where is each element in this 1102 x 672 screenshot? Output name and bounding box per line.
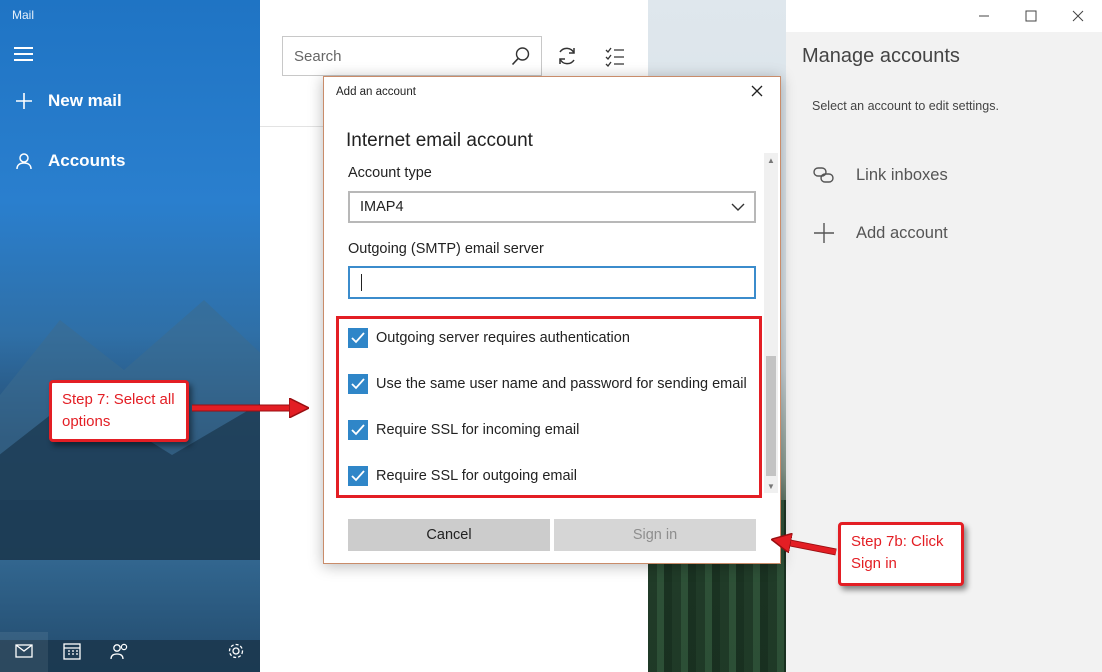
- text-caret: [361, 274, 362, 291]
- account-type-select[interactable]: IMAP4: [348, 191, 756, 223]
- mail-icon[interactable]: [13, 640, 35, 662]
- hamburger-icon[interactable]: [14, 47, 33, 61]
- cancel-button[interactable]: Cancel: [348, 519, 550, 551]
- window-close-icon[interactable]: [1054, 0, 1101, 32]
- link-icon: [812, 163, 836, 187]
- add-account-button[interactable]: Add account: [812, 221, 948, 245]
- search-icon[interactable]: [511, 46, 531, 66]
- link-inboxes-button[interactable]: Link inboxes: [812, 163, 948, 187]
- add-account-label: Add account: [856, 223, 948, 242]
- person-icon: [14, 151, 34, 171]
- select-mode-icon[interactable]: [603, 44, 627, 68]
- search-input[interactable]: Search: [294, 48, 342, 65]
- account-type-value: IMAP4: [360, 199, 404, 215]
- options-highlight-box: [336, 316, 762, 498]
- plus-icon: [812, 221, 836, 245]
- link-inboxes-label: Link inboxes: [856, 165, 948, 184]
- plus-icon: [14, 91, 34, 111]
- search-box[interactable]: Search: [282, 36, 542, 76]
- step7-callout: Step 7: Select all options: [49, 380, 189, 442]
- chevron-down-icon: [730, 200, 746, 214]
- minimize-icon[interactable]: [960, 0, 1007, 32]
- dialog-scrollbar[interactable]: ▲ ▼: [764, 153, 778, 493]
- maximize-icon[interactable]: [1007, 0, 1054, 32]
- scroll-down-icon[interactable]: ▼: [764, 479, 778, 493]
- gear-icon[interactable]: [225, 640, 247, 662]
- close-icon[interactable]: [750, 84, 766, 100]
- accounts-button[interactable]: Accounts: [14, 151, 125, 171]
- sign-in-button[interactable]: Sign in: [554, 519, 756, 551]
- step7b-callout: Step 7b: Click Sign in: [838, 522, 964, 586]
- smtp-server-input[interactable]: [348, 266, 756, 299]
- smtp-server-label: Outgoing (SMTP) email server: [348, 241, 544, 257]
- nav-bottom-bar: [0, 632, 260, 672]
- app-title: Mail: [12, 8, 35, 22]
- dialog-caption: Add an account: [336, 86, 416, 98]
- navigation-pane: Mail New mail Accounts: [0, 0, 260, 672]
- sync-icon[interactable]: [555, 44, 579, 68]
- people-icon[interactable]: [109, 640, 131, 662]
- account-type-label: Account type: [348, 165, 432, 181]
- manage-accounts-title: Manage accounts: [802, 45, 960, 67]
- calendar-icon[interactable]: [61, 640, 83, 662]
- scrollbar-thumb[interactable]: [766, 356, 776, 476]
- accounts-label: Accounts: [48, 151, 126, 170]
- new-mail-button[interactable]: New mail: [14, 91, 122, 111]
- lake-backdrop: [0, 560, 260, 640]
- window-controls: [960, 0, 1102, 32]
- dialog-heading: Internet email account: [346, 130, 533, 151]
- new-mail-label: New mail: [48, 91, 122, 110]
- manage-accounts-subtitle: Select an account to edit settings.: [812, 99, 999, 113]
- scroll-up-icon[interactable]: ▲: [764, 153, 778, 167]
